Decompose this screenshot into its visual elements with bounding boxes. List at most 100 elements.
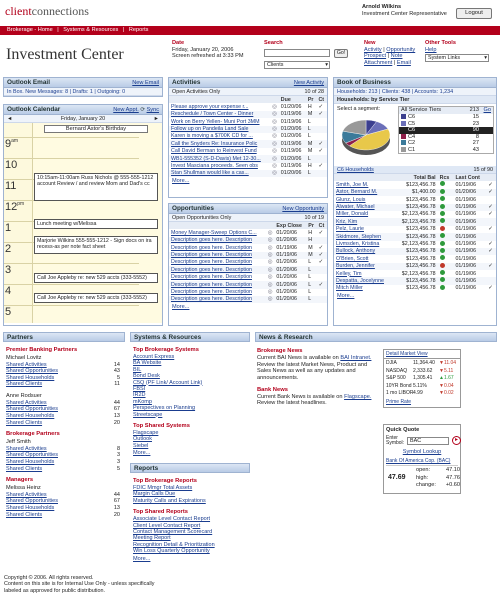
reports-more-link[interactable]: More...: [130, 555, 250, 564]
shared-link[interactable]: Shared Households: [6, 413, 54, 419]
table-row[interactable]: Kriz, Kim $2,123,456.78 01/19/06: [334, 218, 496, 226]
shared-link[interactable]: Shared Opportunities: [6, 498, 58, 504]
task-link[interactable]: Description goes here. Description: [169, 274, 266, 281]
task-link[interactable]: Call the Snyders Re: Insurance Polic: [169, 140, 271, 148]
shared-link[interactable]: Shared Activities: [6, 446, 47, 452]
household-link[interactable]: Kriz, Kim: [334, 218, 394, 226]
household-link[interactable]: Kelley, Tim: [334, 270, 394, 277]
task-link[interactable]: Description goes here. Description: [169, 281, 266, 289]
household-link[interactable]: Smith, Joe M.: [334, 181, 394, 188]
appointment[interactable]: Call Joe Appleby re: new 529 accts (333-…: [34, 273, 158, 283]
household-link[interactable]: Glunz, Louis: [334, 196, 394, 203]
shared-link[interactable]: Shared Households: [6, 505, 54, 511]
task-link[interactable]: Description goes here. Description: [169, 251, 266, 259]
calendar-hour-row[interactable]: [4, 158, 139, 159]
shared-link[interactable]: Shared Activities: [6, 362, 47, 368]
task-link[interactable]: Follow up on Pandeila Land Sale: [169, 125, 271, 133]
shared-link[interactable]: Shared Clients: [6, 512, 42, 518]
new-attachment-link[interactable]: Attachment: [364, 60, 392, 66]
nav-item-reports[interactable]: Reports: [129, 27, 149, 33]
search-go-button[interactable]: Go!: [334, 48, 348, 58]
list-item[interactable]: Shared Activities 14: [6, 362, 122, 369]
nav-item-brokerage-home[interactable]: Brokerage - Home: [7, 27, 53, 33]
household-link[interactable]: O'Brien, Scott: [334, 255, 394, 262]
symbol-lookup-link[interactable]: Symbol Lookup: [386, 449, 458, 456]
task-link[interactable]: Work on Berry Yellen- Muni Port 3MM: [169, 118, 270, 125]
table-row[interactable]: Karen is moving a $700K CD for ... ◎ 01/20…: [169, 133, 327, 140]
nav-item-systems-resources[interactable]: Systems & Resources: [63, 27, 118, 33]
new-opportunity-link[interactable]: Opportunity: [386, 47, 415, 53]
table-row[interactable]: Pelz, Laurie $123,456.78 01/19/06 ✓: [334, 225, 496, 233]
list-item[interactable]: Streetscape: [133, 412, 247, 418]
task-link[interactable]: Call David Berman to Reinvest Fund: [169, 148, 270, 155]
list-item[interactable]: Shared Opportunities 67: [6, 498, 122, 505]
list-item[interactable]: Shared Clients 11: [6, 381, 122, 388]
shared-link[interactable]: Shared Opportunities: [6, 368, 58, 374]
list-item[interactable]: Shared Opportunities 43: [6, 368, 122, 375]
task-link[interactable]: Stan Shullman would like a cas...: [169, 169, 271, 178]
table-row[interactable]: Description goes here. Description ◎ 01/20…: [169, 274, 327, 281]
shared-link[interactable]: Shared Activities: [6, 400, 47, 406]
shared-link[interactable]: Shared Clients: [6, 466, 42, 472]
new-activity-link[interactable]: Activity: [364, 47, 382, 53]
task-link[interactable]: Description goes here. Description: [169, 236, 266, 245]
table-row[interactable]: Description goes here. Description ◎ 01/20…: [169, 236, 327, 245]
list-item[interactable]: Shared Opportunities 3: [6, 452, 122, 459]
shared-link[interactable]: Shared Opportunities: [6, 452, 58, 458]
list-item[interactable]: Maturity Calls and Expirations: [133, 498, 247, 504]
table-row[interactable]: Description goes here. Description ◎ 01/20…: [169, 281, 327, 289]
prime-rate-link[interactable]: Prime Rate: [384, 399, 460, 407]
household-link[interactable]: Miller, Donald: [334, 211, 394, 218]
table-row[interactable]: Livmsden, Kristina $2,123,456.78 01/19/06 ✓: [334, 240, 496, 248]
table-row[interactable]: Alwater, Michael $123,456.78 01/19/06 ✓: [334, 203, 496, 211]
appointment[interactable]: Lunch meeting w/Melissa: [34, 219, 158, 229]
shared-link[interactable]: Shared Activities: [6, 492, 47, 498]
table-row[interactable]: Work on Berry Yellen- Muni Port 3MM ◎ 01/1…: [169, 118, 327, 125]
calendar-hour-row[interactable]: [4, 284, 139, 285]
task-link[interactable]: Invest Masciana proceeds. Seen obs: [169, 163, 270, 170]
search-input[interactable]: [264, 48, 330, 57]
opportunities-more-link[interactable]: More...: [169, 303, 327, 312]
list-item[interactable]: Shared Households 3: [6, 459, 122, 466]
calendar-hour-row[interactable]: [4, 263, 139, 264]
table-row[interactable]: Reschedule / Town Center - Dinner ◎ 01/19/…: [169, 110, 327, 119]
list-item[interactable]: Shared Households 13: [6, 505, 122, 512]
shared-link[interactable]: Shared Households: [6, 375, 54, 381]
table-row[interactable]: Miller, Donald $2,123,456.78 01/19/06 ✓: [334, 210, 496, 218]
table-row[interactable]: Smith, Joe M. $123,456.78 01/19/06 ✓: [334, 181, 496, 188]
task-link[interactable]: WB1-555352 (S-D-Davis) Met 12-30...: [169, 155, 271, 163]
activities-filter[interactable]: Open Activities Only 10 of 28: [169, 88, 327, 96]
email-summary[interactable]: In Box. New Messages: 8 | Drafts: 1 | Ou…: [4, 88, 162, 96]
c6-households-link[interactable]: C6 Households: [337, 167, 374, 173]
list-item[interactable]: Shared Opportunities 67: [6, 406, 122, 413]
appointment[interactable]: Marjorie Wilkins 555-555-1212 - Sign doc…: [34, 236, 158, 254]
quote-go-icon[interactable]: ▸: [452, 435, 461, 445]
tier-legend-header[interactable]: All Service Tiers 213 Go: [399, 107, 493, 114]
search-scope-select[interactable]: Clients ▾: [264, 60, 330, 69]
table-row[interactable]: Invest Masciana proceeds. Seen obs ◎ 01/19…: [169, 163, 327, 170]
household-link[interactable]: Astor, Bernard M.: [334, 188, 394, 197]
household-link[interactable]: Despatta, Jocelynne: [334, 277, 394, 285]
new-appt-link[interactable]: New Appt.: [113, 107, 139, 113]
tier-legend-row[interactable]: C1 43: [399, 147, 493, 154]
table-row[interactable]: Description goes here. Description ◎ 01/19…: [169, 251, 327, 259]
system-links-select[interactable]: System Links ▾: [425, 54, 489, 63]
table-row[interactable]: Call David Berman to Reinvest Fund ◎ 01/19…: [169, 148, 327, 155]
task-link[interactable]: Description goes here. Description: [169, 244, 266, 251]
new-email-link[interactable]: Email: [397, 60, 411, 66]
calendar-hour-row[interactable]: [4, 305, 139, 306]
refresh-icon[interactable]: ⟳: [140, 107, 145, 113]
table-row[interactable]: Call the Snyders Re: Insurance Polic ◎ 01/…: [169, 140, 327, 148]
table-row[interactable]: O'Brien, Scott $123,456.78 01/19/06: [334, 255, 496, 262]
household-link[interactable]: Mitch Miller: [334, 285, 394, 292]
table-row[interactable]: Follow up on Pandeila Land Sale ◎ 01/20/06…: [169, 125, 327, 133]
book-stats[interactable]: Households: 213 | Clients: 438 | Account…: [334, 88, 496, 96]
households-more-link[interactable]: More...: [334, 292, 496, 301]
systems-more-link[interactable]: More...: [130, 449, 250, 458]
logout-button[interactable]: Logout: [456, 8, 492, 19]
task-link[interactable]: Description goes here. Description: [169, 295, 266, 304]
household-link[interactable]: Alwater, Michael: [334, 203, 394, 211]
shared-link[interactable]: Shared Households: [6, 459, 54, 465]
shared-link[interactable]: Shared Opportunities: [6, 406, 58, 412]
bai-intranet-link[interactable]: BAI Intranet.: [340, 355, 371, 361]
